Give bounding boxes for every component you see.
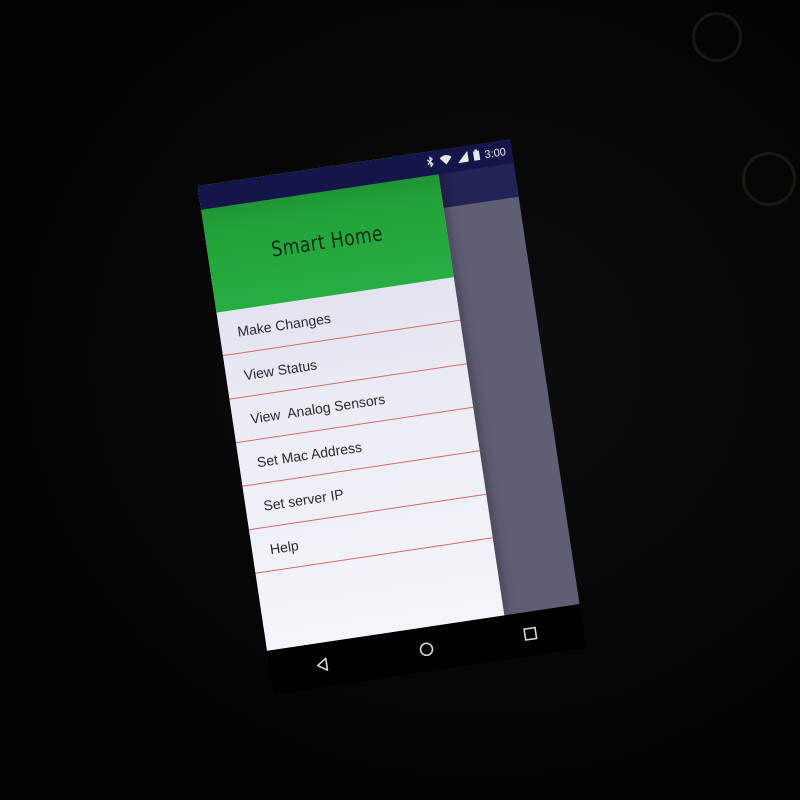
menu-item-label: View Analog Sensors — [249, 390, 387, 427]
photo-scene: 3:00 Smart Home Make Changes View Status… — [0, 0, 800, 800]
background-reflection — [692, 12, 742, 62]
phone-device: 3:00 Smart Home Make Changes View Status… — [197, 139, 587, 695]
bluetooth-icon — [425, 156, 435, 171]
back-icon — [316, 657, 328, 672]
status-time: 3:00 — [483, 146, 507, 162]
background-reflection — [742, 152, 796, 206]
battery-icon — [472, 149, 481, 164]
home-button[interactable] — [404, 631, 448, 667]
phone-screen: 3:00 Smart Home Make Changes View Status… — [197, 139, 580, 651]
back-button[interactable] — [300, 647, 344, 683]
drawer-title: Smart Home — [269, 221, 385, 262]
menu-item-label: View Status — [242, 355, 318, 383]
menu-item-label: Set Mac Address — [255, 438, 363, 470]
home-icon — [419, 642, 434, 657]
menu-item-label: Help — [268, 536, 300, 557]
signal-icon — [456, 150, 469, 166]
menu-item-label: Make Changes — [236, 309, 332, 340]
recents-icon — [523, 626, 538, 641]
menu-item-label: Set server IP — [262, 485, 345, 514]
drawer-menu: Make Changes View Status View Analog Sen… — [216, 277, 493, 574]
wifi-icon — [438, 153, 453, 169]
recents-button[interactable] — [509, 616, 553, 652]
